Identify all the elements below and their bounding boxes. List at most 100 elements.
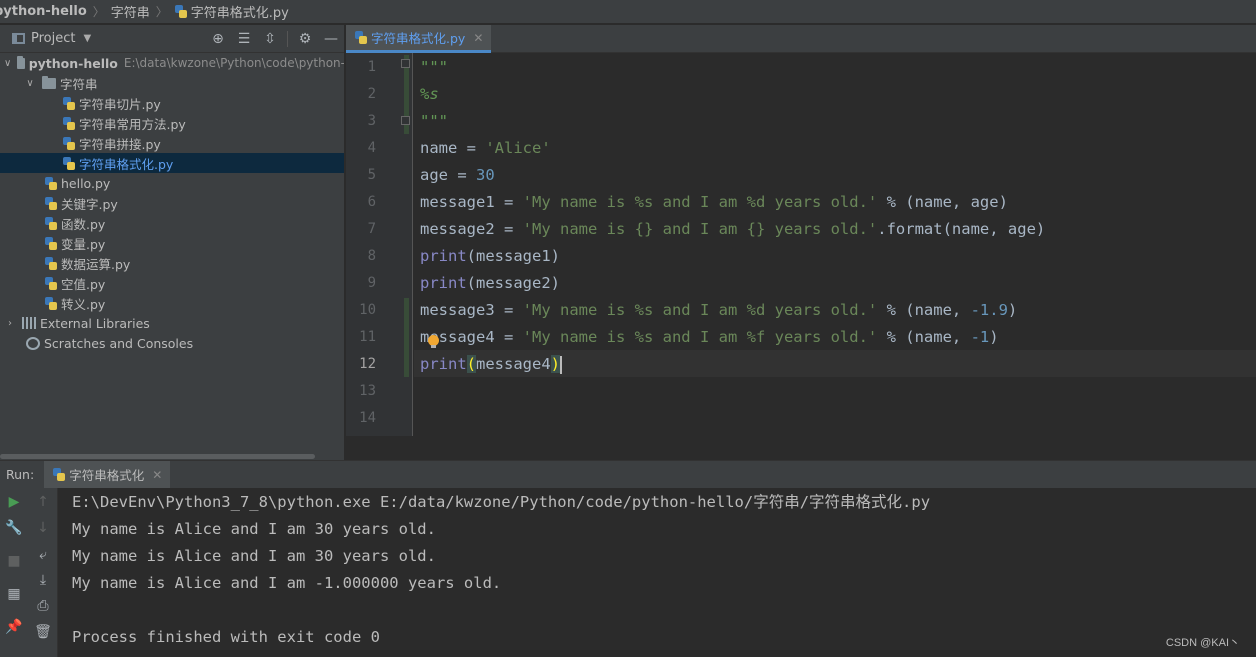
code-line-2[interactable]: %s <box>420 81 439 108</box>
tree-root-label: python-hello <box>28 55 118 71</box>
down-arrow-icon[interactable]: ↓ <box>31 516 55 540</box>
python-file-icon <box>44 276 57 290</box>
chevron-down-icon[interactable]: ▼ <box>83 33 91 44</box>
code-token: % (name, age) <box>877 193 1008 211</box>
tree-file[interactable]: 字符串拼接.py <box>0 133 344 153</box>
matched-brace: ( <box>466 355 477 373</box>
tree-file[interactable]: 转义.py <box>0 293 344 313</box>
scrollbar-thumb[interactable] <box>0 454 315 459</box>
code-editor[interactable]: """ %s """ name = 'Alice' age = 30 messa… <box>414 53 1256 436</box>
run-panel-header: Run: 字符串格式化 ✕ <box>0 460 1256 489</box>
python-file-icon <box>354 31 367 44</box>
crosshair-icon[interactable]: ⊕ <box>205 31 231 47</box>
tree-file-label: 函数.py <box>61 216 106 232</box>
tree-file[interactable]: 字符串常用方法.py <box>0 113 344 133</box>
code-token: name = <box>420 139 486 157</box>
tree-file[interactable]: 字符串切片.py <box>0 93 344 113</box>
collapse-all-icon[interactable]: ⇳ <box>257 31 283 47</box>
gear-icon[interactable]: ⚙ <box>292 31 318 47</box>
project-view-selector[interactable]: Project <box>31 31 75 46</box>
console-line: My name is Alice and I am 30 years old. <box>72 520 436 538</box>
wrench-icon[interactable]: 🔧 <box>2 516 26 540</box>
chevron-down-icon[interactable]: ∨ <box>24 78 36 89</box>
tree-file[interactable]: 空值.py <box>0 273 344 293</box>
string-token: 'My name is %s and I am %f years old.' <box>522 328 878 346</box>
tree-file-label: 字符串拼接.py <box>79 136 161 152</box>
code-token: age = <box>420 166 476 184</box>
tree-file[interactable]: 关键字.py <box>0 193 344 213</box>
lightbulb-icon[interactable] <box>428 335 439 348</box>
stop-icon[interactable]: ■ <box>2 549 26 573</box>
editor-tab-active[interactable]: 字符串格式化.py ✕ <box>346 25 492 53</box>
chevron-down-icon[interactable]: ∨ <box>4 58 11 69</box>
run-tab[interactable]: 字符串格式化 ✕ <box>44 460 171 489</box>
minimize-icon[interactable]: — <box>318 31 344 47</box>
tree-file[interactable]: 变量.py <box>0 233 344 253</box>
line-number: 3 <box>367 113 376 129</box>
project-view-icon <box>12 33 25 44</box>
vcs-change-marker[interactable] <box>404 298 409 377</box>
trash-icon[interactable]: 🗑 <box>31 620 55 644</box>
breadcrumb-project[interactable]: python-hello <box>0 0 87 23</box>
code-token: message3 = <box>420 301 523 319</box>
code-line-3[interactable]: """ <box>420 108 448 135</box>
code-line-11[interactable]: message4 = 'My name is %s and I am %f ye… <box>420 324 999 351</box>
scroll-to-end-icon[interactable]: ⤓ <box>31 568 55 592</box>
code-line-7[interactable]: message2 = 'My name is {} and I am {} ye… <box>420 216 1045 243</box>
chevron-right-icon[interactable]: › <box>4 318 16 329</box>
code-line-9[interactable]: print(message2) <box>420 270 560 297</box>
code-line-4[interactable]: name = 'Alice' <box>420 135 551 162</box>
tree-external-libraries[interactable]: › External Libraries <box>0 313 344 333</box>
fold-icon[interactable] <box>401 116 410 125</box>
python-file-icon <box>44 176 57 190</box>
console-line: My name is Alice and I am 30 years old. <box>72 547 436 565</box>
tree-file[interactable]: 函数.py <box>0 213 344 233</box>
soft-wrap-icon[interactable]: ⤶ <box>31 543 55 567</box>
docstring-token: """ <box>420 58 448 76</box>
fold-icon[interactable] <box>401 59 410 68</box>
tree-folder-strings[interactable]: ∨ 字符串 <box>0 73 344 93</box>
tree-file[interactable]: hello.py <box>0 173 344 193</box>
layout-icon[interactable]: ▦ <box>2 582 26 606</box>
line-number: 6 <box>367 194 376 210</box>
code-line-1[interactable]: """ <box>420 54 448 81</box>
python-file-icon <box>62 116 75 130</box>
horizontal-scrollbar[interactable] <box>0 452 344 460</box>
code-token: .format(name, age) <box>877 220 1046 238</box>
line-number-gutter[interactable]: 1 2 3 4 5 6 7 8 9 10 11 12 13 14 <box>346 53 413 436</box>
code-line-12[interactable]: print(message4) <box>420 351 563 378</box>
code-line-6[interactable]: message1 = 'My name is %s and I am %d ye… <box>420 189 1008 216</box>
breadcrumb-folder[interactable]: 字符串 <box>111 0 150 23</box>
tree-file[interactable]: 数据运算.py <box>0 253 344 273</box>
run-console-output[interactable]: E:\DevEnv\Python3_7_8\python.exe E:/data… <box>58 488 1256 657</box>
up-arrow-icon[interactable]: ↑ <box>31 490 55 514</box>
close-icon[interactable]: ✕ <box>152 468 162 482</box>
code-token: % (name, <box>877 328 971 346</box>
python-file-icon <box>44 216 57 230</box>
expand-all-icon[interactable]: ☰ <box>231 31 257 47</box>
tree-file-selected[interactable]: 字符串格式化.py <box>0 153 344 173</box>
tree-file-label: 字符串切片.py <box>79 96 161 112</box>
tree-file-label: 空值.py <box>61 276 106 292</box>
rerun-icon[interactable]: ▶ <box>2 490 26 514</box>
code-line-8[interactable]: print(message1) <box>420 243 560 270</box>
string-token: 'My name is %s and I am %d years old.' <box>522 193 878 211</box>
watermark: CSDN @KAI丶 <box>1165 637 1240 649</box>
breadcrumb-separator: 〉 <box>92 5 105 19</box>
print-icon[interactable]: ⎙ <box>31 594 55 618</box>
code-line-5[interactable]: age = 30 <box>420 162 495 189</box>
toolbar-divider <box>287 31 288 47</box>
code-line-10[interactable]: message3 = 'My name is %s and I am %d ye… <box>420 297 1017 324</box>
close-icon[interactable]: ✕ <box>473 31 483 45</box>
line-number: 1 <box>367 59 376 75</box>
builtin-token: print <box>420 355 467 373</box>
scratches-icon <box>26 336 40 350</box>
pin-icon[interactable]: 📌 <box>2 615 26 639</box>
code-token: (message2) <box>466 274 560 292</box>
breadcrumb-file[interactable]: 字符串格式化.py <box>174 0 289 23</box>
line-number: 10 <box>359 302 376 318</box>
tree-scratches[interactable]: Scratches and Consoles <box>0 333 344 353</box>
python-file-icon <box>52 468 66 481</box>
tree-file-label: 变量.py <box>61 236 106 252</box>
tree-root-python-hello[interactable]: ∨ python-hello E:\data\kwzone\Python\cod… <box>0 53 344 73</box>
